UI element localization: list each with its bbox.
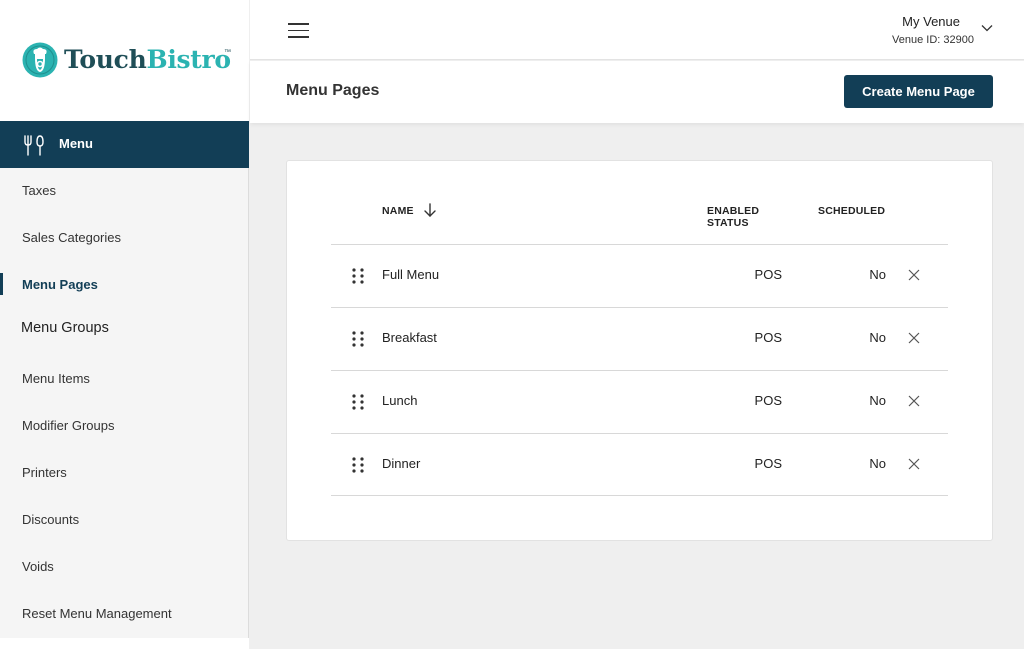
sidebar-item-label: Voids [22,559,54,574]
menu-page-name[interactable]: Full Menu [382,267,439,282]
column-header-line: STATUS [707,217,749,229]
column-header-scheduled: SCHEDULED [818,205,886,217]
sidebar-item-label: Sales Categories [22,230,121,245]
scheduled-value: No [869,267,886,282]
menu-page-name[interactable]: Breakfast [382,330,437,345]
close-icon[interactable] [908,269,920,281]
menu-page-name[interactable]: Lunch [382,393,417,408]
enabled-status-value: POS [754,456,782,471]
sidebar-item-label: Printers [22,465,67,480]
sidebar-section-label: Menu [59,136,93,151]
top-bar: My Venue Venue ID: 32900 [250,0,1024,60]
menu-pages-table: NAME ENABLED STATUS SCHEDULED Full Menu … [286,160,993,541]
page-header: Menu Pages Create Menu Page [250,61,1024,123]
sidebar-item-voids[interactable]: Voids [0,550,249,584]
venue-id: Venue ID: 32900 [892,34,974,46]
trademark-symbol: ™ [224,49,231,56]
drag-handle-icon[interactable] [351,330,365,348]
sidebar: TouchBistro ™ Menu Taxes Sales Categorie… [0,0,249,649]
drag-handle-icon[interactable] [351,393,365,411]
drag-handle-icon[interactable] [351,267,365,285]
chevron-down-icon[interactable] [981,24,993,32]
sidebar-item-label: Reset Menu Management [22,606,172,621]
sidebar-item-menu-groups[interactable]: Menu Groups [0,311,249,345]
brand-logo[interactable]: TouchBistro [64,45,231,74]
table-row[interactable]: Full Menu POS No [331,245,948,307]
scheduled-value: No [869,456,886,471]
sidebar-item-taxes[interactable]: Taxes [0,174,249,208]
sidebar-item-label: Modifier Groups [22,418,115,433]
sidebar-footer [0,638,249,649]
table-divider [331,495,948,496]
table-row[interactable]: Dinner POS No [331,434,948,496]
column-header-line: ENABLED [707,205,760,217]
create-menu-page-button[interactable]: Create Menu Page [844,75,993,108]
drag-handle-icon[interactable] [351,456,365,474]
arrow-down-icon[interactable] [423,202,437,218]
page-title: Menu Pages [286,82,380,99]
sidebar-item-discounts[interactable]: Discounts [0,503,249,537]
sidebar-section-menu[interactable]: Menu [0,121,249,168]
logo-area: TouchBistro ™ [0,0,249,121]
sidebar-item-reset-menu-management[interactable]: Reset Menu Management [0,597,249,631]
scheduled-value: No [869,393,886,408]
close-icon[interactable] [908,395,920,407]
table-row[interactable]: Lunch POS No [331,371,948,433]
enabled-status-value: POS [754,267,782,282]
column-header-name[interactable]: NAME [382,205,414,217]
sidebar-item-modifier-groups[interactable]: Modifier Groups [0,409,249,443]
enabled-status-value: POS [754,330,782,345]
fork-knife-icon [24,135,44,156]
touchbistro-chef-icon [22,42,58,78]
sidebar-item-label: Menu Items [22,371,90,386]
table-row[interactable]: Breakfast POS No [331,308,948,370]
sidebar-item-sales-categories[interactable]: Sales Categories [0,221,249,255]
sidebar-item-menu-pages[interactable]: Menu Pages [0,268,249,302]
sidebar-item-label: Discounts [22,512,80,527]
venue-name[interactable]: My Venue [902,14,960,29]
brand-name-bistro: Bistro [146,45,232,74]
close-icon[interactable] [908,332,920,344]
menu-page-name[interactable]: Dinner [382,456,420,471]
enabled-status-value: POS [754,393,782,408]
sidebar-item-label: Taxes [22,183,56,198]
scheduled-value: No [869,330,886,345]
sidebar-item-label: Menu Groups [21,320,109,336]
close-icon[interactable] [908,458,920,470]
sidebar-item-label: Menu Pages [22,277,98,292]
sidebar-item-printers[interactable]: Printers [0,456,249,490]
column-header-enabled-status: ENABLED STATUS [707,205,759,229]
brand-name-touch: Touch [64,45,147,74]
hamburger-icon[interactable] [288,23,309,38]
sidebar-item-menu-items[interactable]: Menu Items [0,362,249,396]
